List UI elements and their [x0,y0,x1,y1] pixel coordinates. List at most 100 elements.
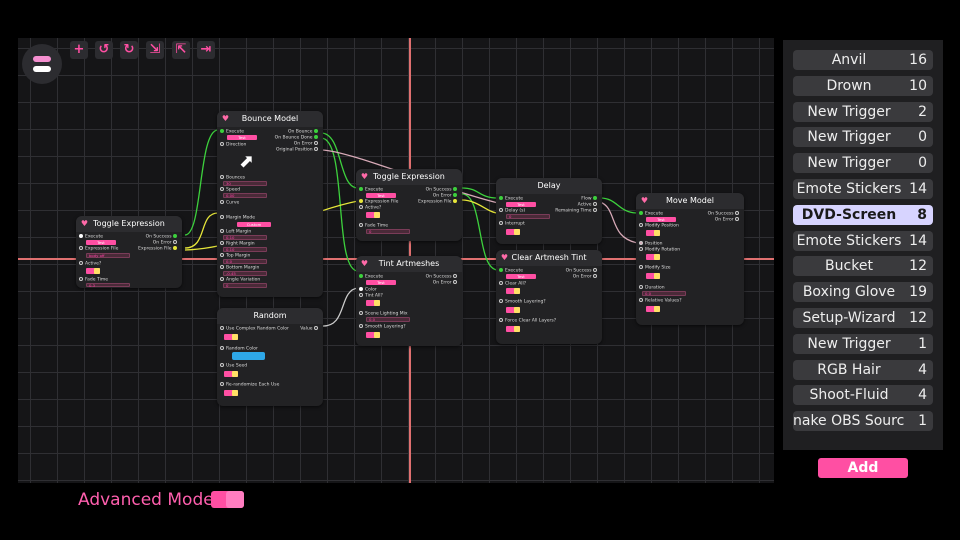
node-random[interactable]: Random Use Complex Random Color Random C… [217,308,323,406]
add-trigger-button[interactable]: Add [818,458,908,478]
fade-time-field[interactable]: 0 [366,229,410,234]
trigger-item[interactable]: Shoot-Fluid 4 [793,385,933,406]
trigger-count: 19 [909,284,927,301]
trigger-item[interactable]: DVD-Screen 8 [793,204,933,225]
trigger-item[interactable]: New Trigger 2 [793,101,933,122]
node-clear-artmesh-tint[interactable]: ♥ Clear Artmesh Tint Execute Test Clear A… [496,250,602,344]
clear-all-toggle[interactable] [506,288,520,294]
test-button[interactable]: Test [227,135,257,140]
node-delay[interactable]: Delay Execute Test Delay (s) 0 Interrupt… [496,178,602,244]
relative-values-toggle[interactable] [646,306,660,312]
test-button[interactable]: Test [366,193,396,198]
fade-time-field[interactable]: 0.3 [86,283,130,288]
pin-label: Execute [226,129,244,135]
trigger-count: 4 [918,387,927,404]
rerandomize-toggle[interactable] [224,390,238,396]
node-graph-canvas[interactable]: ♥ Toggle Expression Execute Test Expressi… [18,38,774,483]
pin-label: Bounces [226,175,246,181]
pin-label: Use Complex Random Color [226,326,289,332]
delay-field[interactable]: 0 [506,214,550,219]
margin-mode-dropdown[interactable]: Custom [237,222,271,227]
test-button[interactable]: Test [86,240,116,245]
active-toggle[interactable] [86,268,100,274]
trigger-item[interactable]: nake OBS Source 1 [793,411,933,432]
node-toggle-expression-1[interactable]: ♥ Toggle Expression Execute Test Expressi… [76,216,182,288]
share-button[interactable]: ⇱ [172,41,190,59]
trigger-item[interactable]: Emote Stickers 14 [793,230,933,251]
trigger-item[interactable]: Boxing Glove 19 [793,282,933,303]
undo-button[interactable]: ↺ [95,41,113,59]
active-toggle[interactable] [366,212,380,218]
trigger-item[interactable]: New Trigger 0 [793,127,933,148]
pin-label: Clear All? [505,281,527,287]
pin-label: Modify Rotation [645,247,681,253]
pin-label: Expression File [85,246,119,252]
node-tint-artmeshes[interactable]: ♥ Tint Artmeshes Execute Test Color Tint … [356,256,462,346]
test-button[interactable]: Test [506,274,536,279]
pin-label: Original Position [276,147,313,153]
export-button[interactable]: ⇲ [146,41,164,59]
bottom-margin-field[interactable]: -0.45 [223,271,267,276]
redo-button[interactable]: ↻ [120,41,138,59]
menu-toggle-icon[interactable] [22,44,62,84]
wire-exec [184,129,219,236]
trigger-item[interactable]: Emote Stickers 14 [793,179,933,199]
left-margin-field[interactable]: 0.10 [223,235,267,240]
duration-field[interactable]: 0.0 [642,291,686,296]
advanced-mode-label: Advanced Mode [78,490,214,510]
pin-label: Right Margin [226,241,255,247]
import-button[interactable]: ⇥ [197,41,215,59]
node-icon: ♥ [500,253,509,262]
bounces-field[interactable]: 30 [223,181,267,186]
use-seed-toggle[interactable] [224,371,238,377]
angle-variation-field[interactable]: 0 [223,283,267,288]
node-icon: ♥ [221,114,230,123]
trigger-item[interactable]: Anvil 16 [793,50,933,70]
trigger-item[interactable]: Setup-Wizard 12 [793,308,933,328]
pin-label: Active? [365,205,382,211]
random-color-swatch[interactable] [232,352,265,360]
trigger-item[interactable]: New Trigger 1 [793,333,933,354]
pin-label: Flow [581,196,592,202]
force-clear-toggle[interactable] [506,326,520,332]
pin-label: On Success [425,274,452,280]
pin-label: Color [365,287,377,293]
pin-label: Interrupt [505,221,525,227]
pin-label: On Error [714,217,734,223]
direction-arrow-icon[interactable]: ⬈ [239,151,254,172]
speed-field[interactable]: 0.00 [223,193,267,198]
test-button[interactable]: Test [506,202,536,207]
smooth-layering-toggle[interactable] [366,332,380,338]
node-move-model[interactable]: ♥ Move Model Execute Test Modify Position… [636,193,744,325]
node-bounce-model[interactable]: ♥ Bounce Model Execute Test Direction ⬈ O… [217,111,323,297]
trigger-count: 4 [918,361,927,378]
pin-label: Active? [85,261,102,267]
node-toggle-expression-2[interactable]: ♥ Toggle Expression Execute Test Expressi… [356,169,462,241]
trigger-item[interactable]: Drown 10 [793,75,933,96]
trigger-item[interactable]: Bucket 12 [793,256,933,277]
pin-label: On Error [572,274,592,280]
expression-file-field[interactable]: body off [86,253,130,258]
test-button[interactable]: Test [646,217,676,222]
pin-label: Tint All? [365,293,383,299]
top-margin-field[interactable]: 0.0 [223,259,267,264]
smooth-layering-toggle[interactable] [506,307,520,313]
modify-rotation-toggle[interactable] [646,254,660,260]
trigger-name: Drown [826,77,872,94]
trigger-list[interactable]: Anvil 16 Drown 10 New Trigger 2 New Trigger 0 Ne… [783,40,943,450]
scene-lighting-field[interactable]: 0.0 [366,317,410,322]
pin-label: Force Clear All Layers? [505,318,557,324]
trigger-item[interactable]: New Trigger 0 [793,153,933,174]
test-button[interactable]: Test [366,280,396,285]
right-margin-field[interactable]: 0.10 [223,247,267,252]
pin-label: Left Margin [226,229,252,235]
add-node-button[interactable]: + [70,41,88,59]
advanced-mode-toggle[interactable] [211,491,244,508]
interrupt-toggle[interactable] [506,229,520,235]
modify-size-toggle[interactable] [646,273,660,279]
modify-position-toggle[interactable] [646,230,660,236]
trigger-item[interactable]: RGB Hair 4 [793,359,933,380]
pin-label: Expression File [365,199,399,205]
tint-all-toggle[interactable] [366,300,380,306]
use-complex-toggle[interactable] [224,334,238,340]
